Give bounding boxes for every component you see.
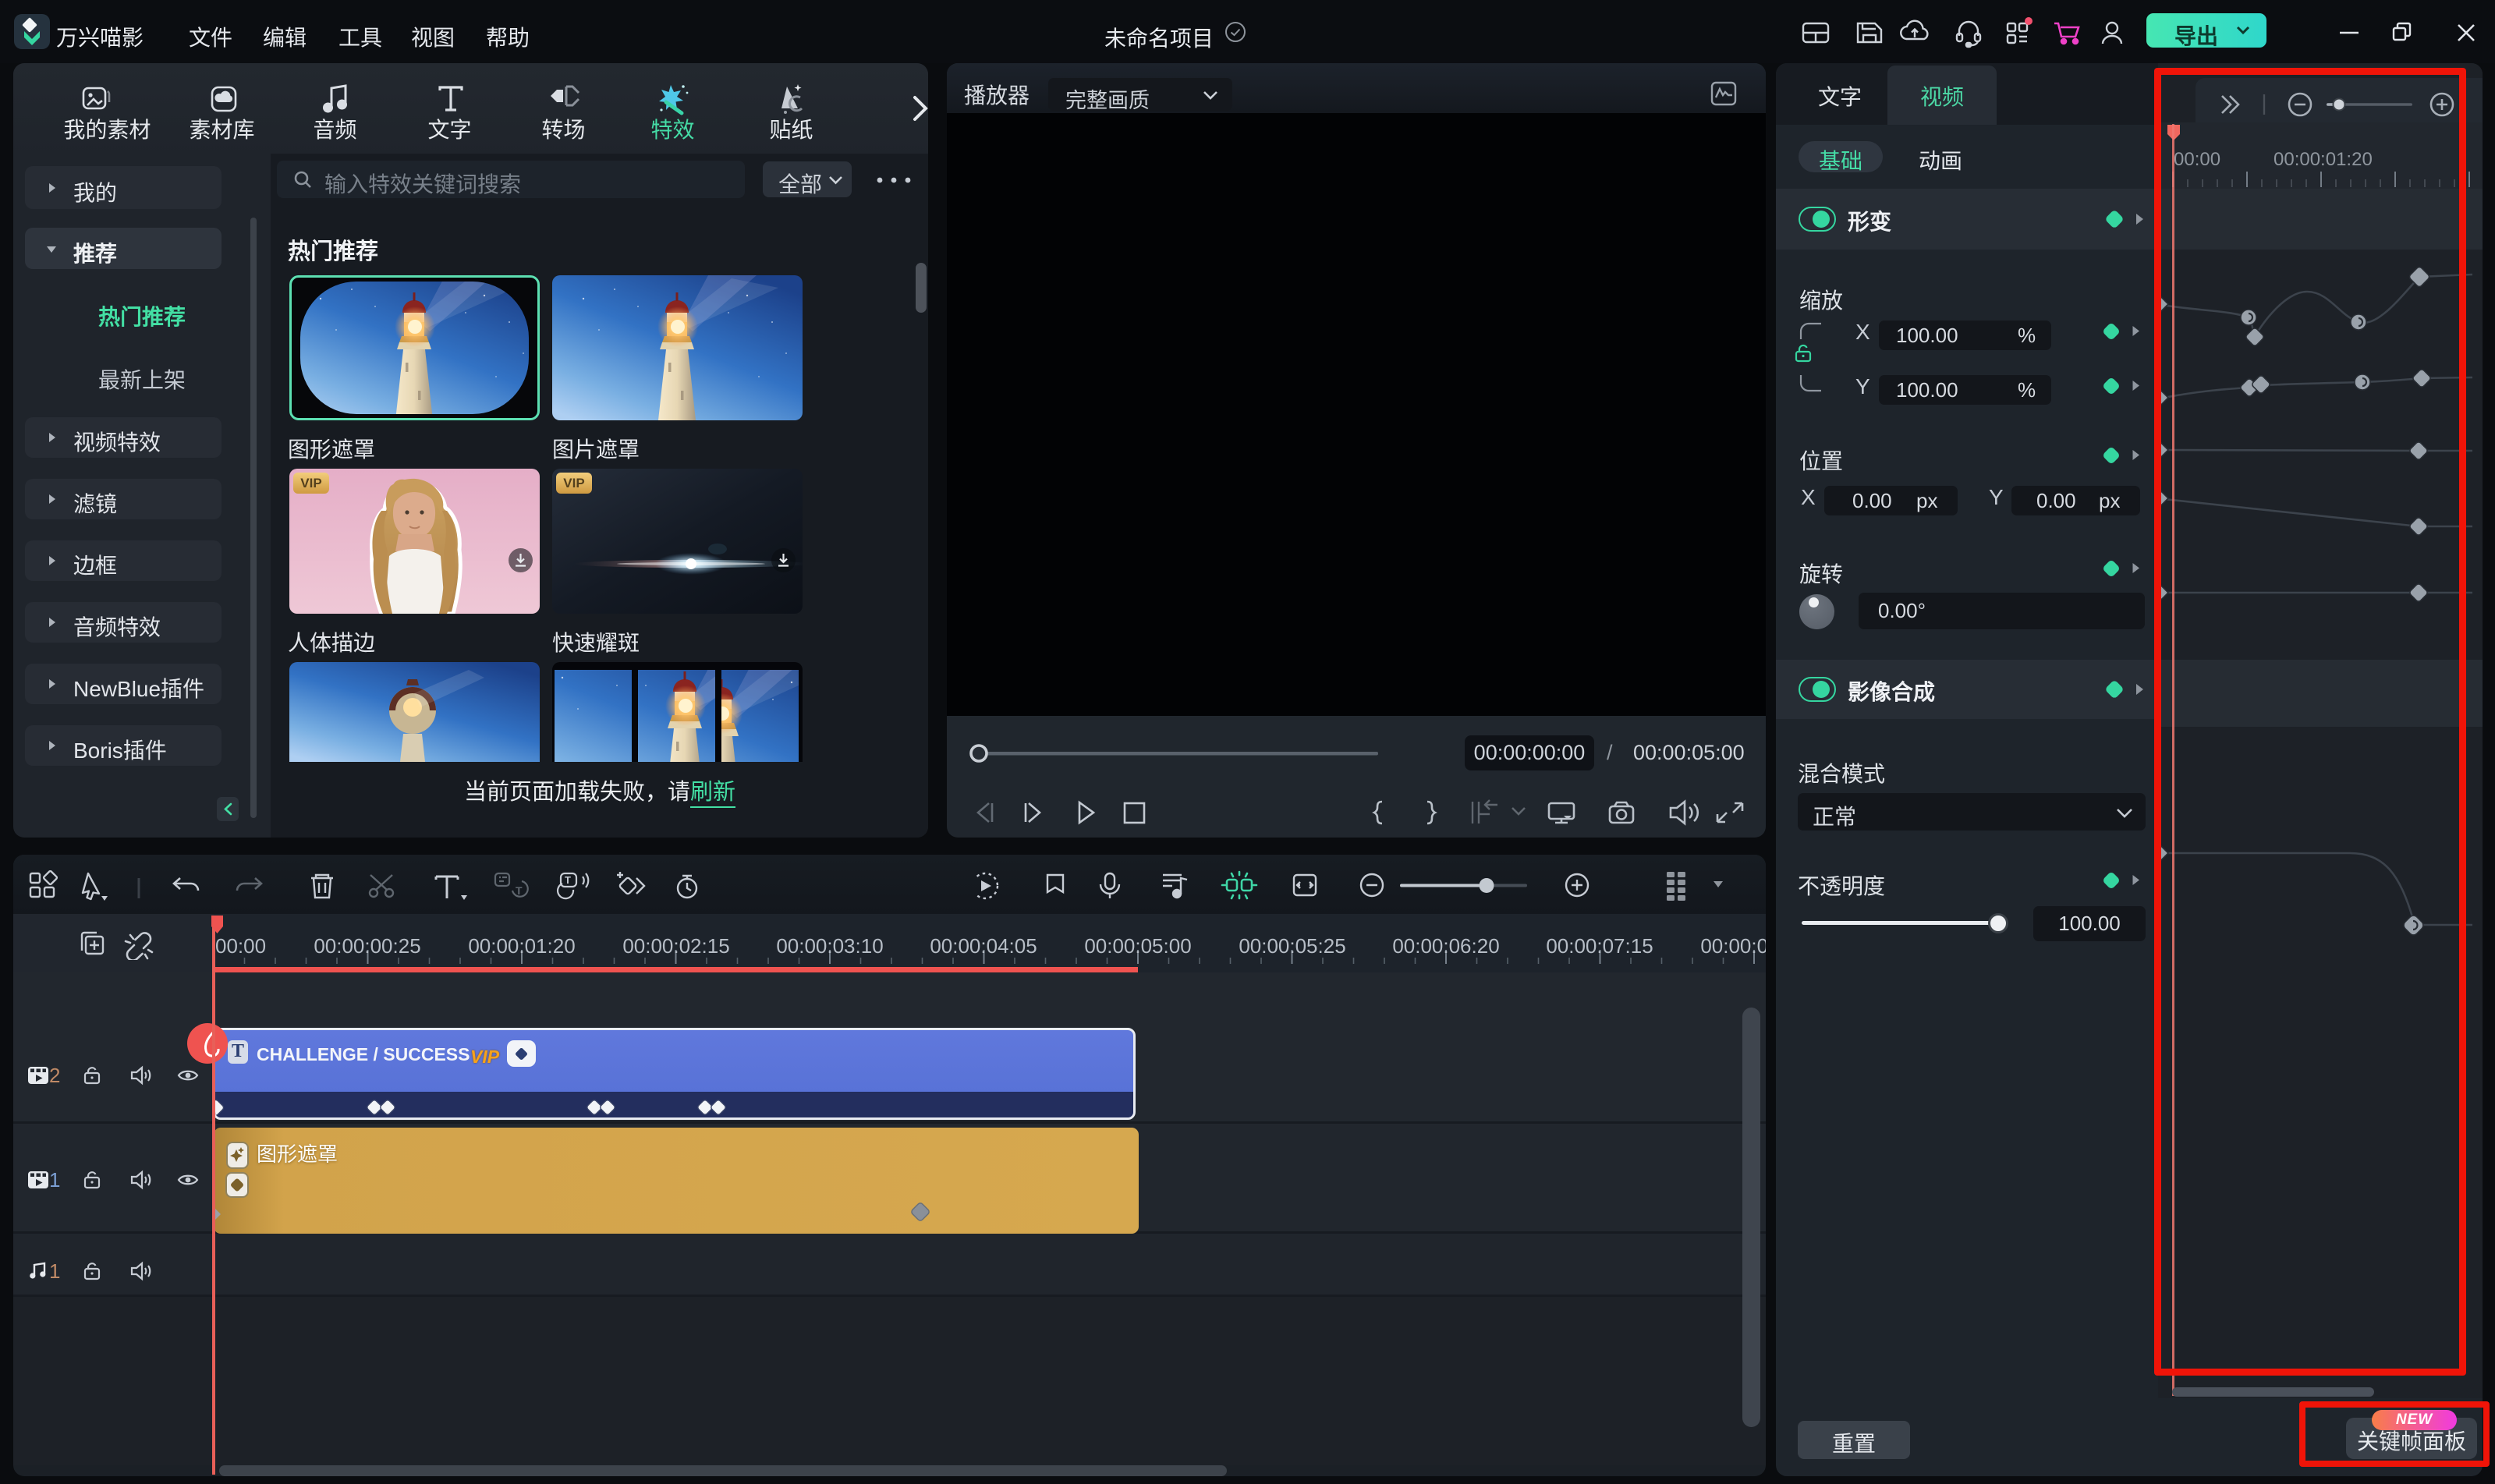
svg-text:1: 1 — [49, 1259, 60, 1283]
svg-text:T: T — [516, 884, 523, 897]
svg-text:1: 1 — [49, 1168, 60, 1192]
svg-text:T: T — [565, 874, 571, 886]
svg-text:2: 2 — [49, 1064, 60, 1087]
